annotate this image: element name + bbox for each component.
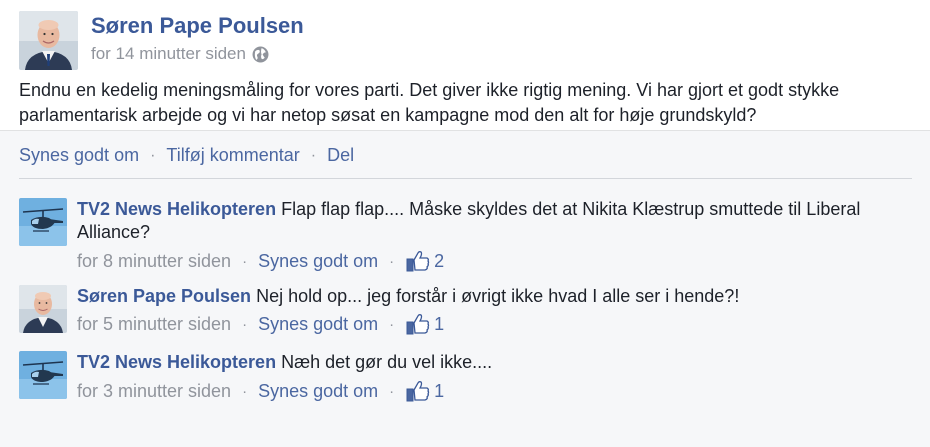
comment-text: Nej hold op... jeg forstår i øvrigt ikke…: [256, 286, 740, 306]
like-count-value: 1: [434, 380, 445, 401]
separator: ·: [150, 146, 156, 164]
globe-icon[interactable]: [252, 46, 269, 63]
post-timestamp[interactable]: for 14 minutter siden: [91, 44, 246, 64]
comment-button[interactable]: Tilføj kommentar: [166, 145, 299, 166]
feedback-section: Synes godt om · Tilføj kommentar · Del T…: [0, 130, 930, 447]
comment-body: TV2 News Helikopteren Flap flap flap....…: [77, 198, 907, 244]
like-count-value: 1: [434, 313, 445, 334]
comment-timestamp[interactable]: for 3 minutter siden: [77, 381, 231, 402]
separator: ·: [389, 252, 395, 270]
comment-like-button[interactable]: Synes godt om: [258, 381, 378, 402]
separator: ·: [310, 146, 317, 164]
comment-meta: for 3 minutter siden · Synes godt om · 1: [77, 380, 444, 402]
comment-body: Søren Pape Poulsen Nej hold op... jeg fo…: [77, 285, 907, 308]
post-author-name[interactable]: Søren Pape Poulsen: [91, 13, 304, 39]
comment-timestamp[interactable]: for 8 minutter siden: [77, 251, 231, 272]
thumbs-up-icon: [406, 380, 430, 402]
like-count-value: 2: [434, 250, 445, 271]
comment-body: TV2 News Helikopteren Næh det gør du vel…: [77, 351, 907, 374]
divider: [19, 178, 912, 179]
post-meta: for 14 minutter siden: [91, 44, 269, 64]
separator: ·: [242, 382, 248, 400]
comment-like-button[interactable]: Synes godt om: [258, 314, 378, 335]
post-text: Endnu en kedelig meningsmåling for vores…: [19, 80, 840, 125]
comment-timestamp[interactable]: for 5 minutter siden: [77, 314, 231, 335]
helicopter-avatar[interactable]: [19, 351, 67, 399]
separator: ·: [389, 382, 395, 400]
helicopter-avatar[interactable]: [19, 198, 67, 246]
comment-like-count[interactable]: 1: [406, 313, 444, 335]
separator: ·: [242, 315, 248, 333]
comment-like-count[interactable]: 1: [406, 380, 444, 402]
separator: ·: [389, 315, 395, 333]
comment-author[interactable]: TV2 News Helikopteren: [77, 199, 276, 219]
post-actions: Synes godt om · Tilføj kommentar · Del: [19, 145, 354, 166]
thumbs-up-icon: [406, 250, 430, 272]
like-button[interactable]: Synes godt om: [19, 145, 139, 166]
comment-text: Næh det gør du vel ikke....: [281, 352, 493, 372]
share-button[interactable]: Del: [327, 145, 354, 166]
comment-author[interactable]: Søren Pape Poulsen: [77, 286, 251, 306]
separator: ·: [242, 252, 248, 270]
comment-like-button[interactable]: Synes godt om: [258, 251, 378, 272]
post-header: Søren Pape Poulsen for 14 minutter siden…: [0, 0, 930, 130]
comment-meta: for 8 minutter siden · Synes godt om · 2: [77, 250, 444, 272]
author-avatar[interactable]: [19, 11, 78, 70]
thumbs-up-icon: [406, 313, 430, 335]
comment-like-count[interactable]: 2: [406, 250, 444, 272]
person-avatar[interactable]: [19, 285, 67, 333]
comment-author[interactable]: TV2 News Helikopteren: [77, 352, 276, 372]
comment-meta: for 5 minutter siden · Synes godt om · 1: [77, 313, 444, 335]
